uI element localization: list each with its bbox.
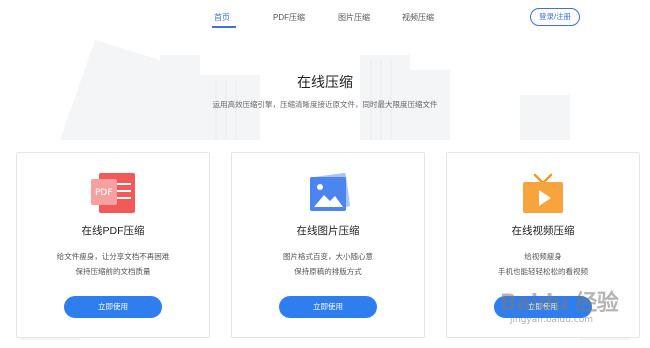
card-title: 在线视频压缩 [511, 225, 575, 237]
page-subtitle: 运用高效压缩引擎，压缩清晰度接近原文件，同时最大限度压缩文件 [212, 100, 438, 109]
video-icon [517, 171, 569, 215]
card-title: 在线图片压缩 [296, 225, 360, 237]
card-image-compress: 在线图片压缩 图片格式百变，大小随心意 保持原稿的排版方式 立即使用 [231, 152, 425, 338]
nav-video-compress[interactable]: 视频压缩 [402, 12, 434, 23]
card-description-line: 保持压缩前的文档质量 [75, 267, 151, 276]
card-title: 在线PDF压缩 [81, 225, 145, 237]
card-description-line: 给文件瘦身，让分享文档不再困难 [56, 252, 170, 261]
card-description-line: 图片格式百变，大小随心意 [283, 252, 373, 261]
svg-text:PDF: PDF [95, 188, 113, 198]
card-video-compress: 在线视频压缩 给视频瘦身 手机也能轻轻松松的看视频 立即使用 [446, 152, 640, 338]
page-title: 在线压缩 [297, 74, 353, 90]
nav-home[interactable]: 首页 [214, 12, 230, 23]
card-description-line: 手机也能轻轻松松的看视频 [498, 267, 588, 276]
image-icon [302, 171, 354, 215]
card-description: 给文件瘦身，让分享文档不再困难 保持压缩前的文档质量 [17, 249, 209, 279]
nav-pdf-compress[interactable]: PDF压缩 [273, 12, 305, 23]
pdf-icon: PDF [87, 171, 139, 215]
login-register-button[interactable]: 登录/注册 [530, 8, 580, 26]
card-description: 图片格式百变，大小随心意 保持原稿的排版方式 [232, 249, 424, 279]
nav-active-indicator [212, 26, 236, 28]
card-pdf-compress: PDF 在线PDF压缩 给文件瘦身，让分享文档不再困难 保持压缩前的文档质量 立… [16, 152, 210, 338]
use-now-button[interactable]: 立即使用 [494, 296, 592, 318]
card-description-line: 给视频瘦身 [524, 252, 562, 261]
card-description-line: 保持原稿的排版方式 [294, 267, 362, 276]
use-now-button[interactable]: 立即使用 [279, 296, 377, 318]
top-nav: 首页 PDF压缩 图片压缩 视频压缩 登录/注册 [0, 0, 650, 34]
card-description: 给视频瘦身 手机也能轻轻松松的看视频 [447, 249, 639, 279]
nav-image-compress[interactable]: 图片压缩 [338, 12, 370, 23]
use-now-button[interactable]: 立即使用 [64, 296, 162, 318]
